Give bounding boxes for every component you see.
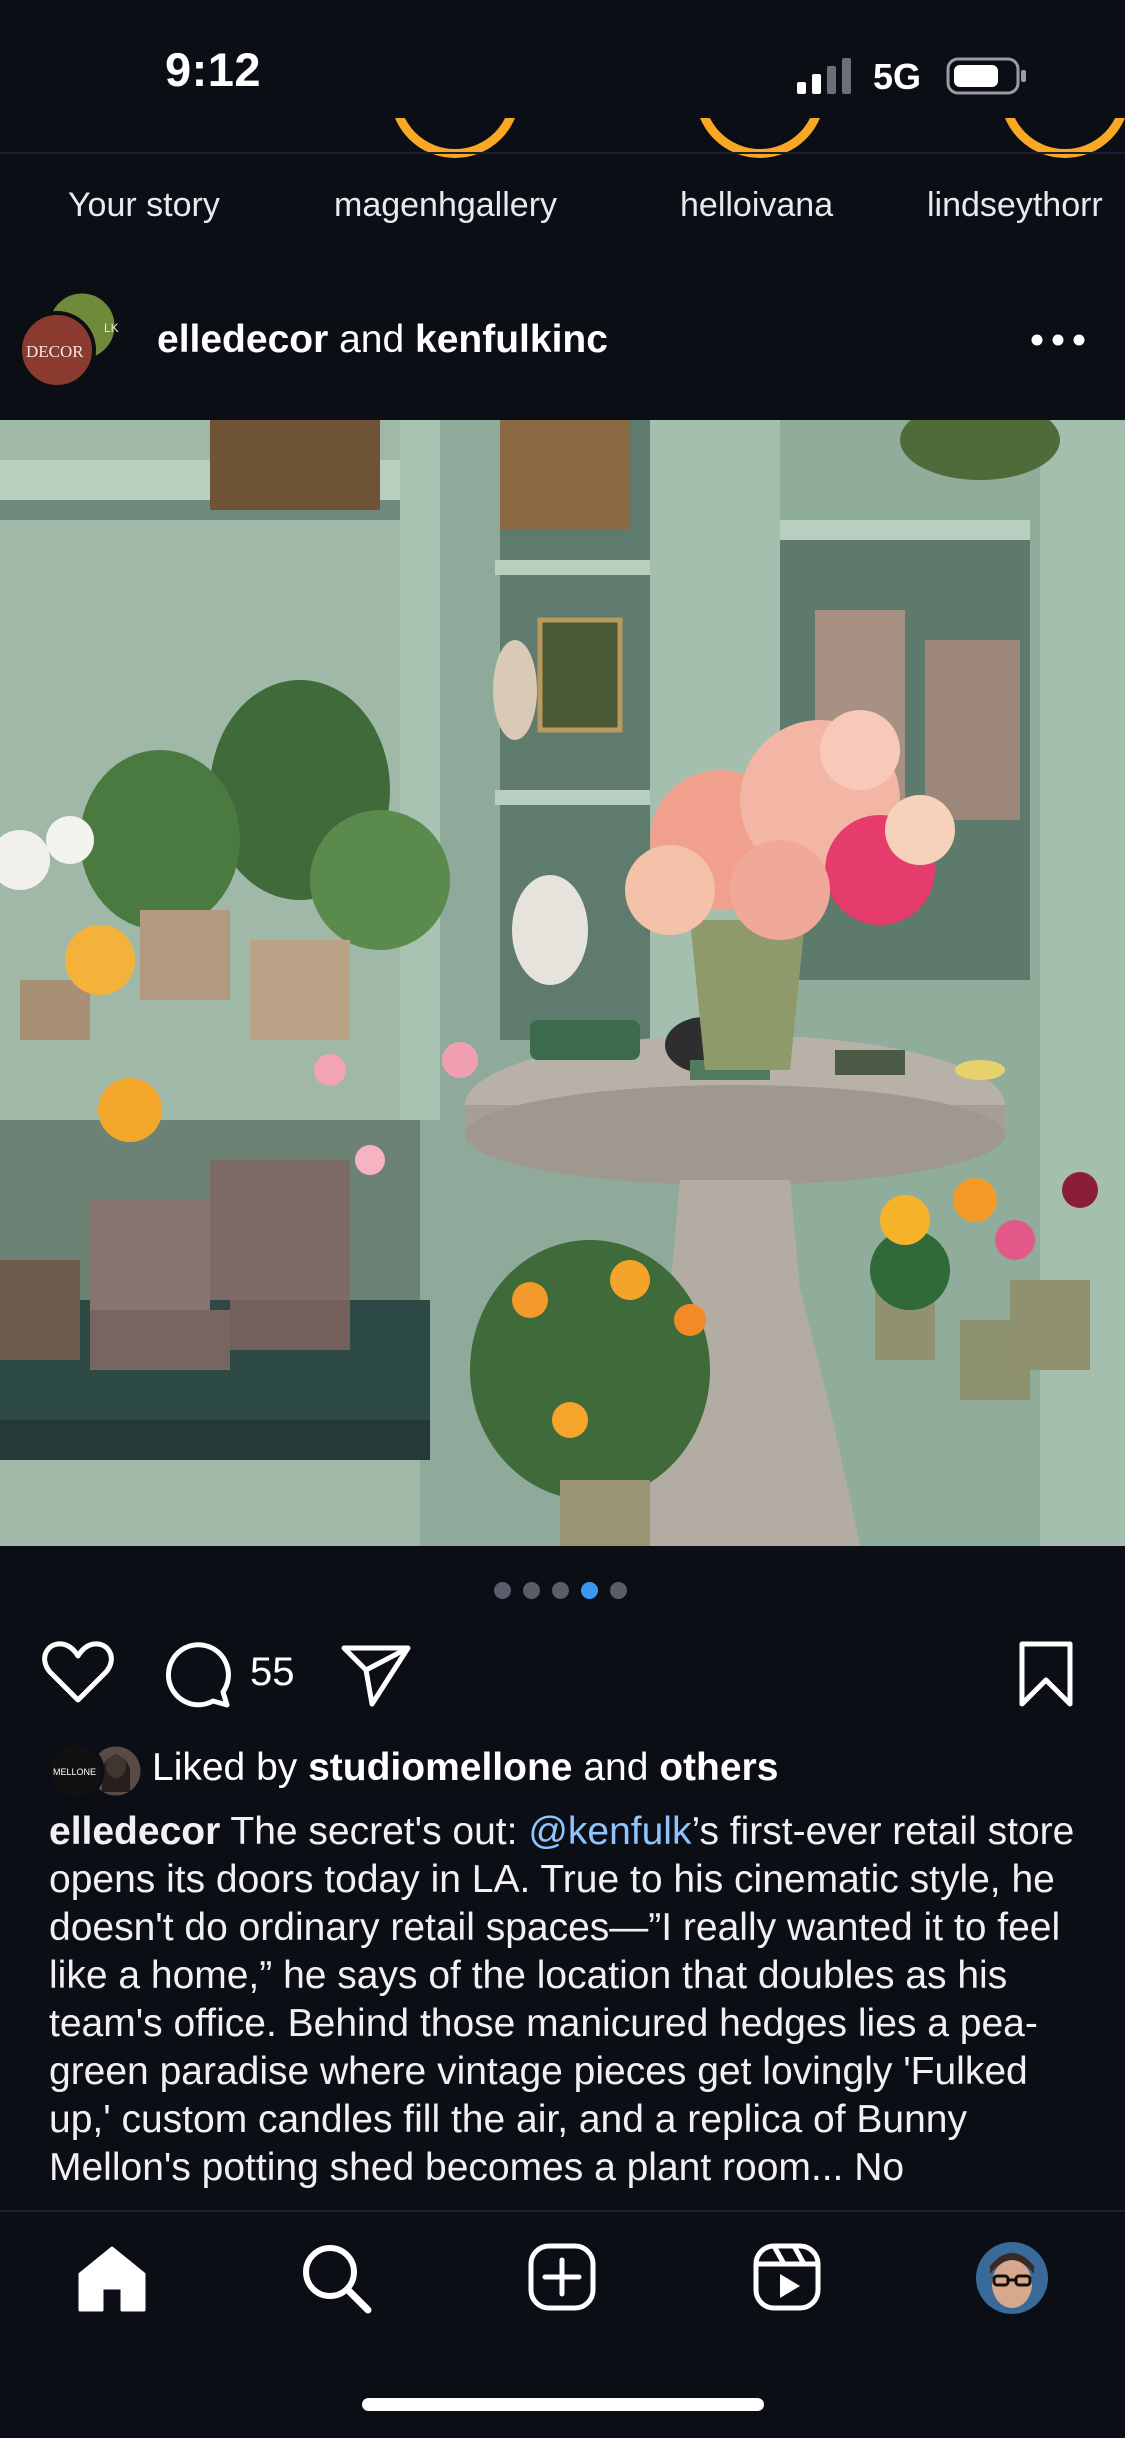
story-ring[interactable] bbox=[390, 118, 520, 168]
carousel-dot bbox=[610, 1582, 627, 1599]
coauthor-name[interactable]: kenfulkinc bbox=[415, 318, 608, 361]
carousel-dot bbox=[494, 1582, 511, 1599]
likes-user[interactable]: studiomellone bbox=[308, 1746, 572, 1789]
comment-count[interactable]: 55 bbox=[250, 1650, 295, 1695]
share-icon[interactable] bbox=[340, 1640, 412, 1708]
network-type: 5G bbox=[873, 56, 922, 97]
reels-icon[interactable] bbox=[752, 2242, 822, 2312]
status-time: 9:12 bbox=[165, 43, 262, 96]
story-label-your-story[interactable]: Your story bbox=[68, 186, 220, 225]
likes-others[interactable]: others bbox=[659, 1746, 778, 1789]
post-authors[interactable]: elledecor and kenfulkinc bbox=[157, 318, 608, 362]
battery-icon bbox=[946, 57, 1026, 95]
home-indicator bbox=[362, 2398, 764, 2411]
bookmark-icon[interactable] bbox=[1016, 1640, 1076, 1708]
post-caption[interactable]: elledecor The secret's out: @kenfulk’s f… bbox=[49, 1808, 1079, 2210]
divider bbox=[0, 152, 1125, 154]
story-label-magenhgallery[interactable]: magenhgallery bbox=[334, 186, 557, 225]
profile-avatar[interactable] bbox=[974, 2240, 1050, 2316]
avatar-text: DECOR bbox=[26, 342, 84, 361]
search-icon[interactable] bbox=[300, 2242, 372, 2314]
comment-icon[interactable] bbox=[163, 1640, 233, 1708]
likes-line[interactable]: Liked by studiomellone and others bbox=[152, 1746, 778, 1790]
carousel-dot bbox=[552, 1582, 569, 1599]
author-conjunction: and bbox=[339, 318, 405, 361]
more-icon[interactable] bbox=[1030, 333, 1086, 347]
likes-middle: and bbox=[583, 1746, 649, 1789]
story-ring[interactable] bbox=[1000, 118, 1125, 168]
heart-icon[interactable] bbox=[42, 1640, 114, 1704]
carousel-dot-active bbox=[581, 1582, 598, 1599]
story-ring[interactable] bbox=[695, 118, 825, 168]
home-icon[interactable] bbox=[76, 2244, 148, 2312]
svg-text:LK: LK bbox=[104, 321, 119, 335]
caption-text-after: ’s first-ever retail store opens its doo… bbox=[49, 1810, 1075, 2189]
author-avatars[interactable]: LK DECOR bbox=[18, 290, 123, 390]
likes-prefix: Liked by bbox=[152, 1746, 298, 1789]
story-label-lindseythorr[interactable]: lindseythorr bbox=[927, 186, 1103, 225]
carousel-dot bbox=[523, 1582, 540, 1599]
carousel-indicator bbox=[494, 1582, 627, 1600]
post-image[interactable] bbox=[0, 420, 1125, 1546]
create-icon[interactable] bbox=[527, 2242, 597, 2312]
caption-mention[interactable]: @kenfulk bbox=[528, 1810, 691, 1853]
story-label-helloivana[interactable]: helloivana bbox=[680, 186, 833, 225]
liker-avatar-text: MELLONE bbox=[53, 1767, 96, 1777]
signal-icon bbox=[797, 58, 851, 94]
caption-text-before: The secret's out: bbox=[220, 1810, 529, 1853]
likers-avatars[interactable]: MELLONE bbox=[46, 1742, 146, 1800]
author-name[interactable]: elledecor bbox=[157, 318, 328, 361]
caption-author[interactable]: elledecor bbox=[49, 1810, 220, 1853]
